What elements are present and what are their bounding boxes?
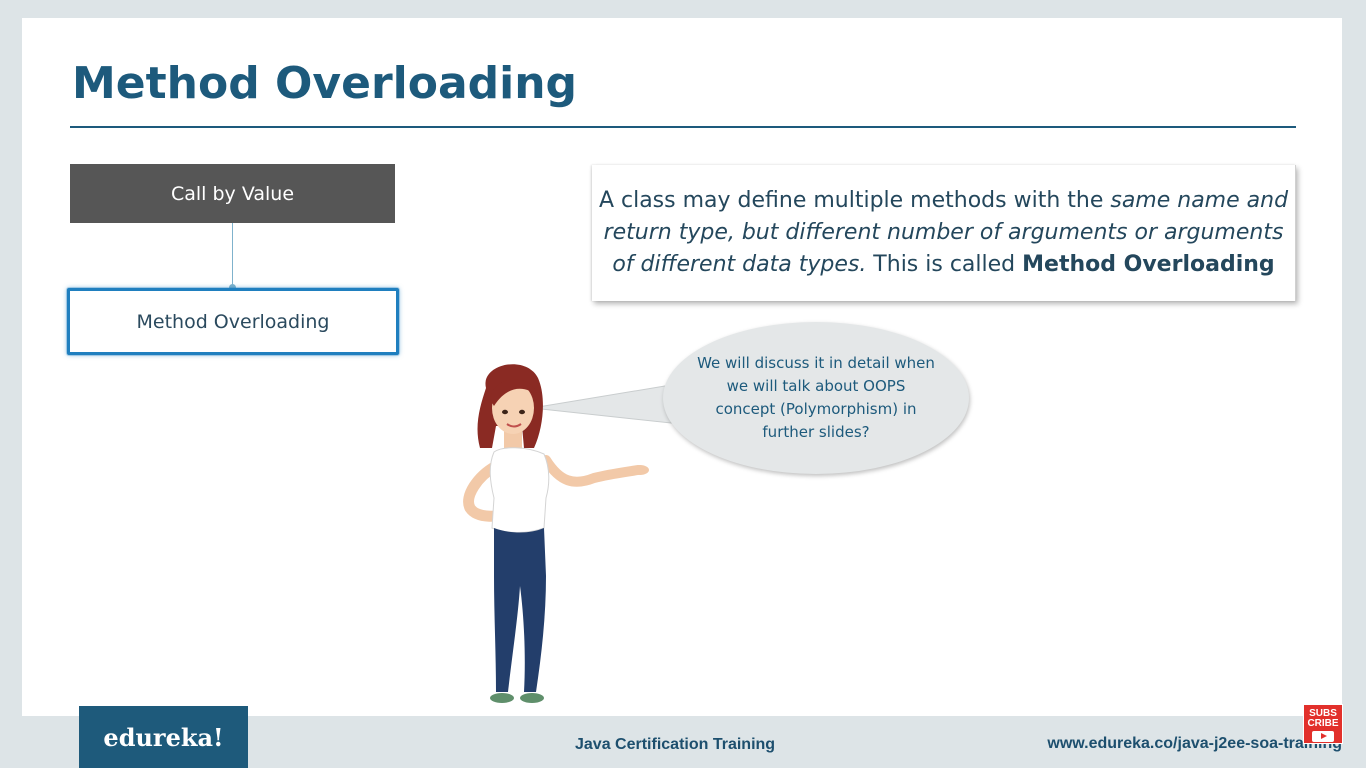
subscribe-badge[interactable]: SUBS CRIBE	[1303, 704, 1343, 744]
course-name: Java Certification Training	[575, 736, 776, 753]
presenter-illustration	[463, 364, 649, 703]
youtube-play-icon	[1312, 731, 1334, 742]
definition-text-intro: A class may define multiple methods with…	[598, 188, 1111, 213]
video-frame: Method Overloading Call by Value Method …	[0, 0, 1366, 768]
definition-text-connector: This is called	[866, 252, 1023, 277]
call-by-value-label: Call by Value	[170, 182, 295, 205]
slide-title: Method Overloading	[72, 58, 578, 109]
edureka-logo[interactable]: edureka!	[79, 706, 248, 768]
method-overloading-box: Method Overloading	[67, 288, 399, 355]
website-link[interactable]: www.edureka.co/java-j2ee-soa-training	[1047, 735, 1342, 753]
speech-bubble-text: We will discuss it in detail when we wil…	[697, 354, 935, 441]
speech-bubble: We will discuss it in detail when we wil…	[663, 322, 969, 474]
edureka-logo-text: edureka!	[103, 722, 224, 752]
subscribe-line-2: CRIBE	[1307, 718, 1339, 729]
definition-text: A class may define multiple methods with…	[599, 185, 1289, 281]
slide: Method Overloading Call by Value Method …	[22, 18, 1342, 716]
diagram-connector-line	[232, 223, 233, 289]
definition-card: A class may define multiple methods with…	[592, 165, 1296, 301]
method-overloading-label: Method Overloading	[136, 310, 330, 333]
definition-text-term: Method Overloading	[1022, 252, 1275, 277]
call-by-value-box: Call by Value	[70, 164, 395, 223]
title-divider	[70, 126, 1296, 128]
